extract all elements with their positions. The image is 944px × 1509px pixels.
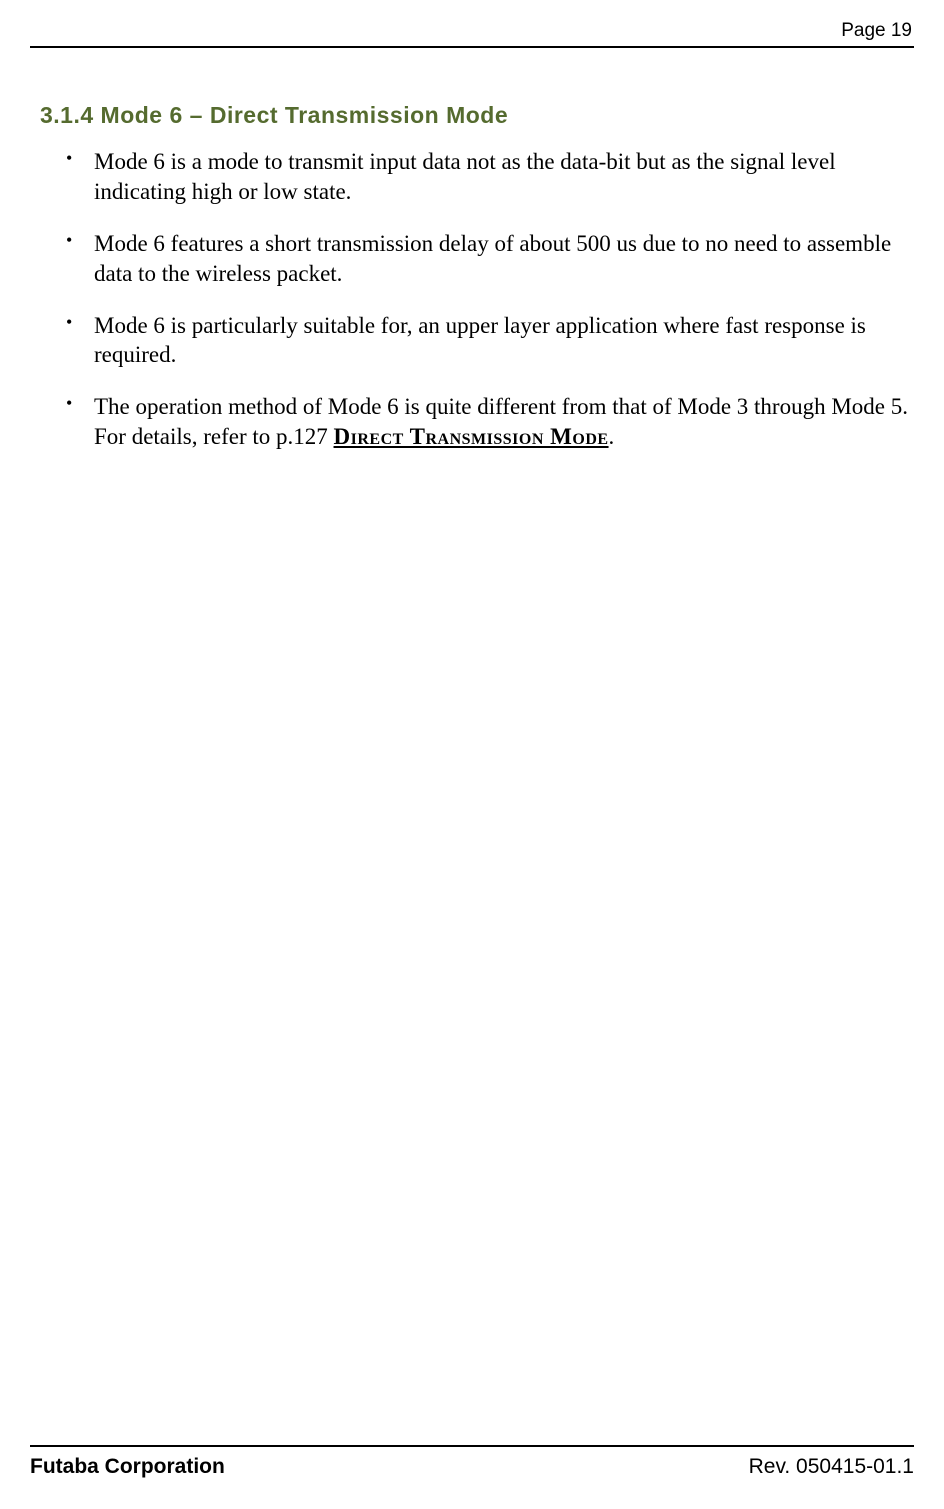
list-item: The operation method of Mode 6 is quite … [66, 392, 914, 452]
header-area: Page 19 [30, 20, 914, 50]
section-heading: 3.1.4 Mode 6 – Direct Transmission Mode [40, 102, 914, 129]
page-container: Page 19 3.1.4 Mode 6 – Direct Transmissi… [0, 0, 944, 1509]
header-row: Page 19 [30, 20, 914, 46]
list-item: Mode 6 features a short transmission del… [66, 229, 914, 289]
footer-company: Futaba Corporation [30, 1455, 225, 1479]
list-item: Mode 6 is particularly suitable for, an … [66, 311, 914, 371]
page-number: Page 19 [841, 20, 912, 42]
footer-revision: Rev. 050415-01.1 [749, 1455, 914, 1479]
header-rule [30, 46, 914, 48]
direct-transmission-mode-link[interactable]: Direct Transmission Mode [334, 424, 609, 449]
bullet-list: Mode 6 is a mode to transmit input data … [30, 147, 914, 452]
footer-area: Futaba Corporation Rev. 050415-01.1 [30, 1445, 914, 1479]
list-item: Mode 6 is a mode to transmit input data … [66, 147, 914, 207]
content-area: 3.1.4 Mode 6 – Direct Transmission Mode … [30, 50, 914, 1445]
bullet4-suffix: . [609, 424, 615, 449]
